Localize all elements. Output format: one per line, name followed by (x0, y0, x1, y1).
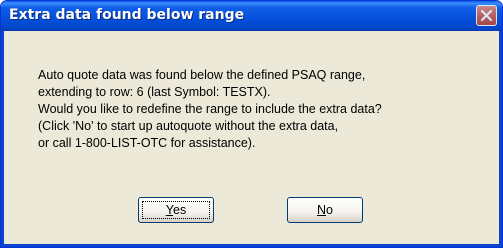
dialog-message: Auto quote data was found below the defi… (38, 67, 382, 152)
message-line: Would you like to redefine the range to … (38, 102, 382, 116)
message-line: (Click 'No' to start up autoquote withou… (38, 119, 339, 133)
no-mnemonic: N (317, 203, 327, 217)
message-line: Auto quote data was found below the defi… (38, 68, 366, 82)
dialog-window: Extra data found below range Auto quote … (0, 0, 503, 248)
window-border-left (1, 31, 4, 247)
window-border-right (499, 31, 502, 247)
message-line: or call 1-800-LIST-OTC for assistance). (38, 136, 256, 150)
title-bar[interactable]: Extra data found below range (1, 1, 502, 31)
yes-label: es (173, 203, 187, 217)
window-border-bottom (1, 244, 502, 247)
dialog-title: Extra data found below range (9, 7, 245, 23)
message-line: extending to row: 6 (last Symbol: TESTX)… (38, 85, 271, 99)
yes-button[interactable]: Yes (138, 197, 214, 223)
no-label: o (326, 203, 333, 217)
no-button[interactable]: No (287, 197, 363, 223)
close-button[interactable] (476, 5, 497, 26)
yes-mnemonic: Y (165, 203, 173, 217)
close-icon (480, 9, 493, 22)
